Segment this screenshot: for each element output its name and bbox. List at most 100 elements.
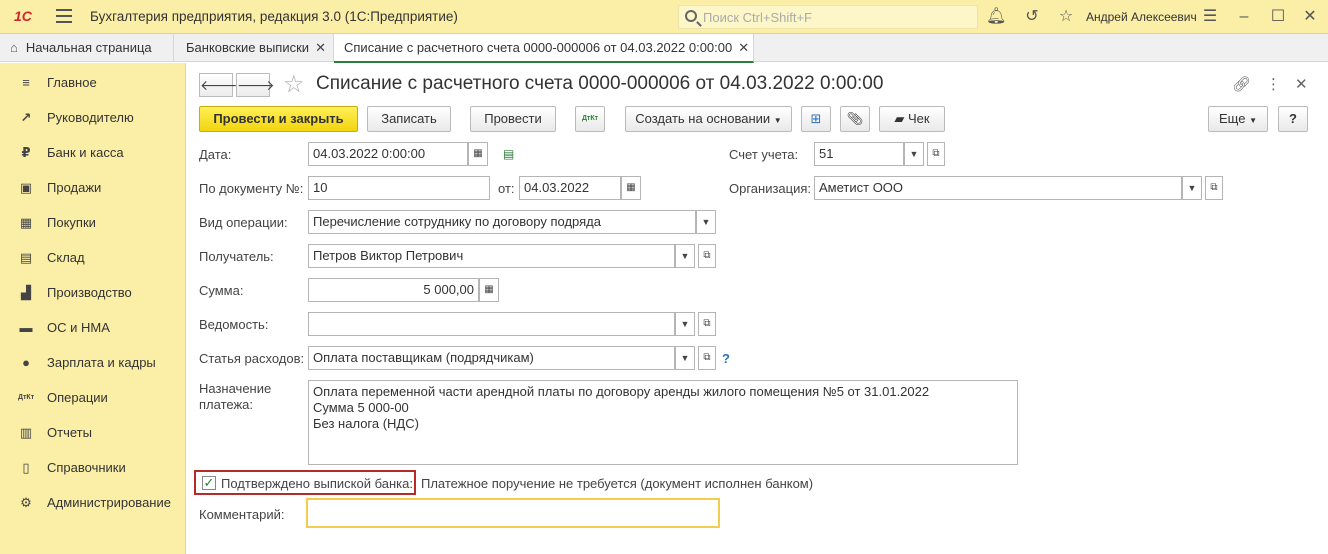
comment-field[interactable] [306, 498, 720, 528]
calendar-icon[interactable]: ▦ [468, 142, 488, 166]
minimize-icon[interactable]: – [1234, 7, 1254, 27]
sidebar: ≡ Главное ↗ Руководителю ₽ Банк и касса ▣ Пр… [0, 63, 186, 554]
doc-number-field[interactable]: 10 [308, 176, 490, 200]
sidebar-item-label: Склад [47, 250, 85, 265]
menu-icon[interactable] [56, 9, 72, 23]
sidebar-item-main[interactable]: ≡ Главное [0, 65, 186, 100]
dropdown-arrow-icon[interactable]: ▼ [675, 312, 695, 336]
sidebar-item-purchases[interactable]: ▦ Покупки [0, 205, 186, 240]
sidebar-item-label: Банк и касса [47, 145, 124, 160]
create-based-on-label: Создать на основании [635, 111, 771, 126]
expense-item-label: Статья расходов: [199, 351, 305, 366]
doc-date-field[interactable]: 04.03.2022 [519, 176, 621, 200]
home-icon: ⌂ [10, 40, 18, 55]
help-button[interactable]: ? [1278, 106, 1308, 132]
date-field[interactable]: 04.03.2022 0:00:00 [308, 142, 468, 166]
cart-icon: ▦ [19, 215, 33, 230]
sidebar-item-sales[interactable]: ▣ Продажи [0, 170, 186, 205]
purpose-line: Оплата переменной части арендной платы п… [313, 384, 930, 399]
sidebar-item-label: Операции [47, 390, 108, 405]
link-icon[interactable]: 🔗︎ [1232, 75, 1251, 93]
open-icon[interactable]: ⧉ [698, 244, 716, 268]
purpose-line: Без налога (НДС) [313, 416, 419, 431]
sidebar-item-operations[interactable]: ДтКт Операции [0, 380, 186, 415]
attach-button[interactable]: 📎︎ [840, 106, 870, 132]
recipient-field[interactable]: Петров Виктор Петрович [308, 244, 675, 268]
close-window-icon[interactable]: ✕ [1300, 7, 1320, 27]
statement-field[interactable] [308, 312, 675, 336]
sidebar-item-directories[interactable]: ▯ Справочники [0, 450, 186, 485]
app-logo: 1С [14, 8, 32, 24]
settings-menu-icon[interactable]: ☰ [1200, 7, 1220, 27]
help-link[interactable]: ? [722, 351, 730, 366]
bell-icon[interactable]: 🔔︎ [986, 7, 1006, 27]
tab-current-document-label: Списание с расчетного счета 0000-000006 … [344, 40, 733, 55]
close-icon[interactable]: ✕ [315, 40, 326, 55]
organization-field[interactable]: Аметист ООО [814, 176, 1182, 200]
more-button[interactable]: Еще ▼ [1208, 106, 1268, 132]
sidebar-item-production[interactable]: ▟ Производство [0, 275, 186, 310]
close-icon[interactable]: ✕ [1295, 75, 1308, 93]
sidebar-item-assets[interactable]: ▬ ОС и НМА [0, 310, 186, 345]
search-box[interactable]: Поиск Ctrl+Shift+F [678, 5, 978, 29]
favorite-star-icon[interactable]: ☆ [283, 70, 305, 99]
tabs-bar: ⌂ Начальная страница Банковские выписки ✕ … [0, 34, 1328, 63]
sidebar-item-bank[interactable]: ₽ Банк и касса [0, 135, 186, 170]
tab-current-document[interactable]: Списание с расчетного счета 0000-000006 … [334, 34, 754, 63]
warehouse-icon: ▤ [19, 250, 33, 265]
tab-home[interactable]: ⌂ Начальная страница [0, 34, 174, 62]
sidebar-item-manager[interactable]: ↗ Руководителю [0, 100, 186, 135]
cash-register-icon: ▰ [894, 111, 905, 126]
forward-button[interactable]: 🡒︎ [236, 73, 275, 97]
create-based-on-button[interactable]: Создать на основании ▼ [625, 106, 792, 132]
gear-icon: ⚙ [20, 495, 32, 510]
hierarchy-icon: ⊞ [810, 111, 822, 126]
truck-icon: ▬ [19, 320, 33, 335]
check-button[interactable]: ▰ Чек [879, 106, 945, 132]
sidebar-item-label: Производство [47, 285, 132, 300]
back-button[interactable]: 🡐︎ [199, 73, 238, 97]
calculator-icon[interactable]: ▦ [479, 278, 499, 302]
dtkt-icon: ДтКт [18, 394, 35, 401]
structure-button[interactable]: ⊞ [801, 106, 831, 132]
purpose-textarea[interactable]: Оплата переменной части арендной платы п… [308, 380, 1018, 465]
more-vertical-icon[interactable]: ⋮ [1266, 75, 1281, 93]
payment-order-note: Платежное поручение не требуется (докуме… [421, 476, 814, 491]
open-icon[interactable]: ⧉ [698, 346, 716, 370]
confirmed-label[interactable]: Подтверждено выпиской банка: [221, 476, 413, 491]
open-icon[interactable]: ⧉ [1205, 176, 1223, 200]
open-icon[interactable]: ⧉ [698, 312, 716, 336]
sum-field[interactable]: 5 000,00 [308, 278, 479, 302]
purpose-label-line1: Назначение [199, 381, 272, 396]
sidebar-item-payroll[interactable]: ● Зарплата и кадры [0, 345, 186, 380]
sidebar-item-reports[interactable]: ▥ Отчеты [0, 415, 186, 450]
dropdown-arrow-icon[interactable]: ▼ [696, 210, 716, 234]
account-field[interactable]: 51 [814, 142, 904, 166]
dropdown-arrow-icon[interactable]: ▼ [904, 142, 924, 166]
save-button[interactable]: Записать [367, 106, 451, 132]
confirmed-checkbox[interactable]: ✓ [202, 476, 216, 490]
sidebar-item-admin[interactable]: ⚙ Администрирование [0, 485, 186, 520]
operation-type-field[interactable]: Перечисление сотруднику по договору подр… [308, 210, 696, 234]
paperclip-icon: 📎︎ [846, 111, 864, 126]
maximize-icon[interactable]: ☐ [1268, 7, 1288, 27]
dtkt-button[interactable]: ДтКт [575, 106, 605, 132]
history-icon[interactable]: ↺ [1022, 7, 1042, 27]
expense-item-field[interactable]: Оплата поставщикам (подрядчикам) [308, 346, 675, 370]
tab-bank-statements[interactable]: Банковские выписки ✕ [174, 34, 334, 62]
dropdown-arrow-icon[interactable]: ▼ [675, 244, 695, 268]
user-name[interactable]: Андрей Алексеевич [1086, 10, 1197, 24]
close-icon[interactable]: ✕ [738, 40, 749, 55]
post-button[interactable]: Провести [470, 106, 556, 132]
sidebar-item-warehouse[interactable]: ▤ Склад [0, 240, 186, 275]
favorites-star-icon[interactable]: ☆ [1056, 7, 1076, 27]
doc-number-label: По документу №: [199, 181, 304, 196]
person-icon: ● [22, 355, 30, 370]
dropdown-arrow-icon[interactable]: ▼ [675, 346, 695, 370]
comment-label: Комментарий: [199, 507, 285, 522]
account-label: Счет учета: [729, 147, 799, 162]
open-icon[interactable]: ⧉ [927, 142, 945, 166]
calendar-icon[interactable]: ▦ [621, 176, 641, 200]
dropdown-arrow-icon[interactable]: ▼ [1182, 176, 1202, 200]
post-and-close-button[interactable]: Провести и закрыть [199, 106, 358, 132]
